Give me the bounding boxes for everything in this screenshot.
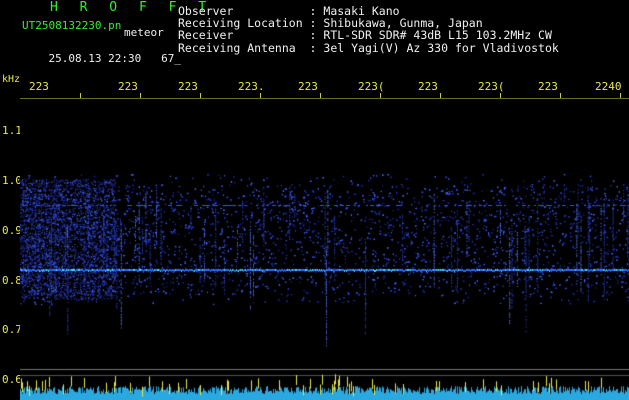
info-row-antenna: Receiving Antenna : 3el Yagi(V) Az 330 f… [178, 40, 559, 55]
time-tick: 223. [238, 80, 265, 93]
freq-tick: 0.6 [2, 373, 22, 386]
freq-tick: 1.0 [2, 174, 22, 187]
freq-tick: 0.7 [2, 323, 22, 336]
y-axis-unit: kHz [2, 74, 21, 85]
station-info: Observer : Masaki Kano Receiving Locatio… [178, 5, 559, 54]
time-tick: 223( [358, 80, 385, 93]
datetime: 25.08.13 22:30 [48, 52, 142, 65]
time-tick: 223 [298, 80, 318, 93]
time-tick: 223 [178, 80, 198, 93]
freq-tick: 0.9 [2, 224, 22, 237]
time-tick: 223 [418, 80, 438, 93]
timestamp: 25.08.13 22:30 67_ [22, 41, 181, 77]
time-tick: 2240 [595, 80, 622, 93]
spectrogram-plot [20, 99, 629, 400]
time-tick: 223 [29, 80, 49, 93]
hroft-spectrogram-window: H R O F F T UT2508132230.pn meteor 25.08… [0, 0, 629, 400]
time-tick: 223 [538, 80, 558, 93]
file-name: UT2508132230.pn [22, 19, 122, 32]
time-tick: 223 [118, 80, 138, 93]
freq-tick: 1.1 [2, 124, 22, 137]
file-tag: meteor [124, 26, 164, 39]
time-tick: 223( [478, 80, 505, 93]
freq-tick: 0.8 [2, 274, 22, 287]
